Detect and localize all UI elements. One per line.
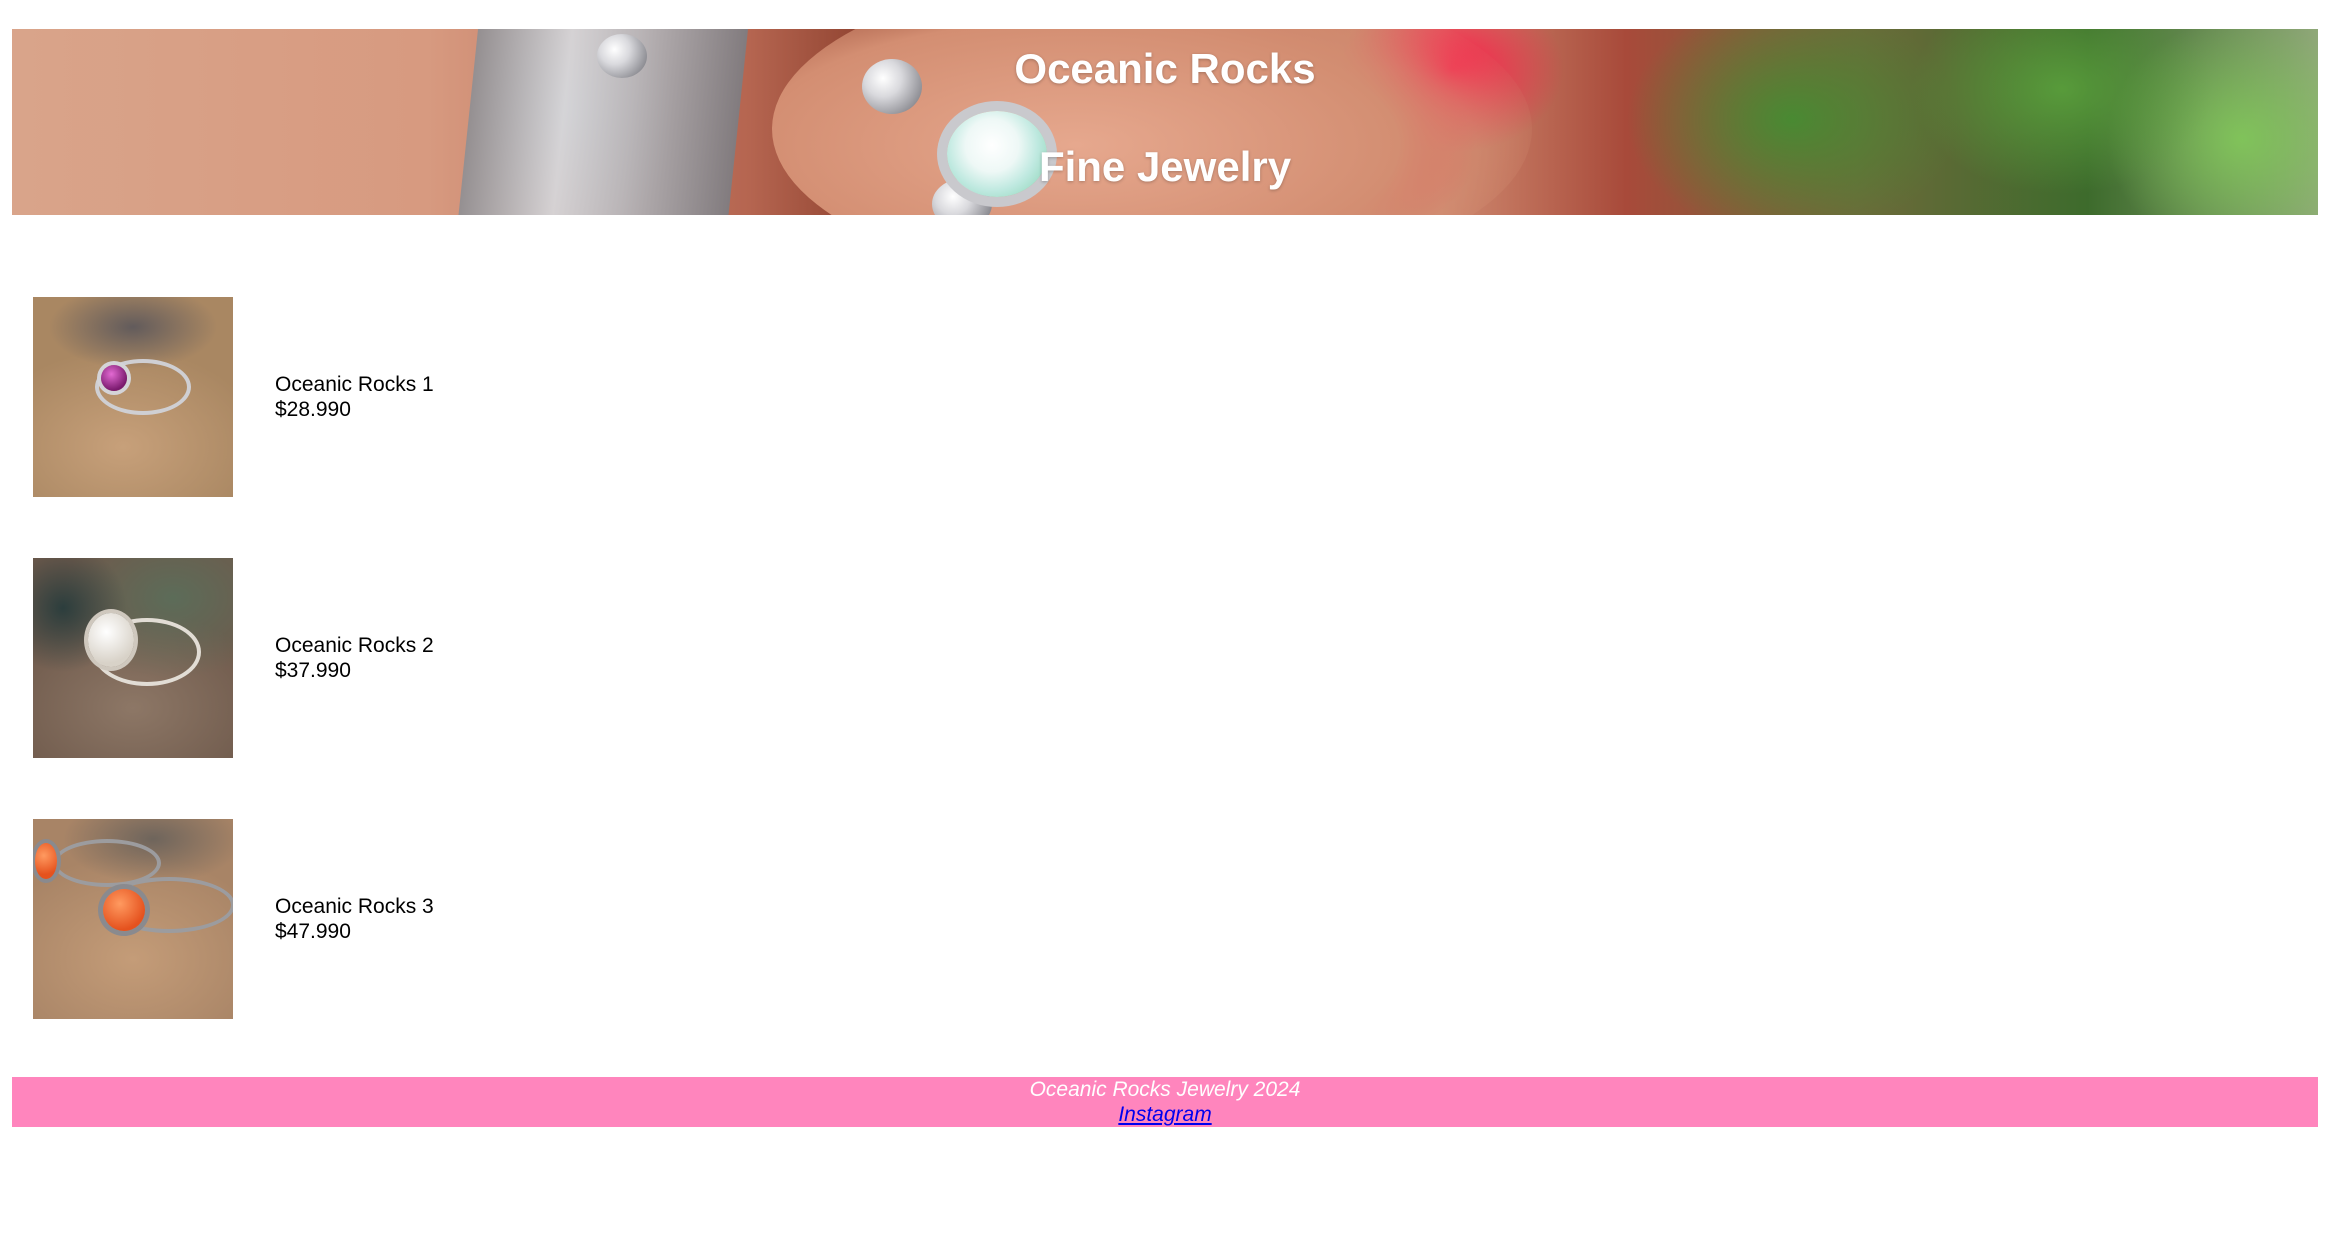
product-item[interactable]: Oceanic Rocks 3 $47.990 — [33, 819, 733, 1019]
ring-stone — [35, 843, 57, 879]
product-image[interactable] — [33, 297, 233, 497]
header-banner: Oceanic Rocks Fine Jewelry — [12, 29, 2318, 215]
product-price: $47.990 — [275, 920, 351, 943]
ring-stone — [101, 365, 127, 391]
product-price: $37.990 — [275, 659, 351, 682]
product-name: Oceanic Rocks 1 — [275, 373, 434, 396]
product-info: Oceanic Rocks 2 $37.990 — [275, 633, 434, 683]
page: Oceanic Rocks Fine Jewelry Oceanic Rocks… — [0, 0, 2330, 1238]
product-info: Oceanic Rocks 1 $28.990 — [275, 372, 434, 422]
ring-stone — [103, 889, 145, 931]
product-item[interactable]: Oceanic Rocks 2 $37.990 — [33, 558, 733, 758]
site-subtitle: Fine Jewelry — [1038, 143, 1292, 190]
ring-stone — [88, 613, 134, 667]
footer: Oceanic Rocks Jewelry 2024 Instagram — [12, 1077, 2318, 1127]
site-title: Oceanic Rocks — [1014, 45, 1316, 92]
product-price: $28.990 — [275, 398, 351, 421]
instagram-link[interactable]: Instagram — [1118, 1103, 1211, 1126]
product-name: Oceanic Rocks 2 — [275, 634, 434, 657]
product-name: Oceanic Rocks 3 — [275, 895, 434, 918]
product-info: Oceanic Rocks 3 $47.990 — [275, 894, 434, 944]
product-item[interactable]: Oceanic Rocks 1 $28.990 — [33, 297, 733, 497]
product-image[interactable] — [33, 819, 233, 1019]
product-image[interactable] — [33, 558, 233, 758]
footer-copyright: Oceanic Rocks Jewelry 2024 — [1029, 1078, 1301, 1101]
